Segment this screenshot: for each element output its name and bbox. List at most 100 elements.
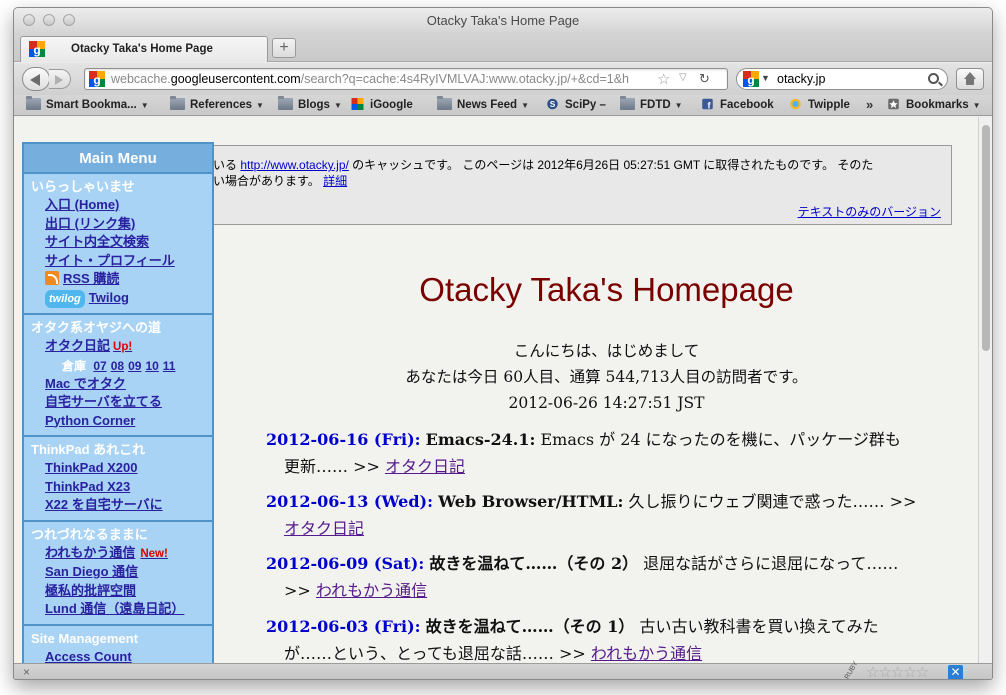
google-icon[interactable]: g xyxy=(743,71,759,87)
news-date: 2012-06-13 (Wed): xyxy=(266,492,433,511)
search-input[interactable]: otacky.jp xyxy=(777,72,825,86)
cached-url-link[interactable]: http://www.otacky.jp/ xyxy=(240,158,349,172)
tab-otacky-home[interactable]: g Otacky Taka's Home Page xyxy=(20,36,268,62)
menu-item-lund[interactable]: Lund 通信（遠島日記） xyxy=(24,600,212,619)
extension-icon[interactable]: ✕ xyxy=(948,665,963,679)
tab-bar: g Otacky Taka's Home Page + xyxy=(14,32,992,62)
menu-item-thinkpad-x23[interactable]: ThinkPad X23 xyxy=(24,478,212,497)
search-icon[interactable] xyxy=(928,73,939,84)
reload-icon[interactable]: ↻ xyxy=(699,71,710,87)
bookmark-label: iGoogle xyxy=(370,99,413,111)
menu-section-otaku: オタク系オヤジへの道 オタク日記 Up! 倉庫 07 08 09 10 11 Mac でオ… xyxy=(24,315,212,437)
bookmark-twipple[interactable]: Twipple xyxy=(788,98,850,111)
bookmark-star-icon[interactable]: ☆ xyxy=(657,70,670,88)
news-entry-line: >> われもかう通信 xyxy=(266,577,956,604)
news-text: が……という、とっても退屈な話…… >> xyxy=(284,644,591,663)
archive-year-link[interactable]: 09 xyxy=(128,359,141,373)
home-button[interactable] xyxy=(956,68,984,90)
archive-year-link[interactable]: 07 xyxy=(93,359,106,373)
menu-item-label: Twilog xyxy=(88,289,129,305)
scrollbar-thumb[interactable] xyxy=(982,125,990,351)
menu-item-thinkpad-x200[interactable]: ThinkPad X200 xyxy=(24,459,212,478)
back-button[interactable] xyxy=(22,67,50,91)
new-tab-button[interactable]: + xyxy=(272,38,296,58)
bookmark-references[interactable]: References ▼ xyxy=(170,96,264,111)
news-date: 2012-06-03 (Fri): xyxy=(266,617,421,636)
details-link[interactable]: 詳細 xyxy=(323,174,347,188)
bookmarks-menu-icon xyxy=(888,98,899,110)
menu-section-title: つれづれなるままに xyxy=(31,526,148,542)
back-forward-group xyxy=(22,67,74,91)
bookmark-facebook[interactable]: f Facebook xyxy=(700,98,774,111)
news-text: 古い古い教科書を買い換えてみた xyxy=(634,617,879,636)
cache-notice-banner: いる http://www.otacky.jp/ のキャッシュです。 このページ… xyxy=(194,145,952,225)
main-menu: Main Menu いらっしゃいませ 入口 (Home) 出口 (リンク集) サ… xyxy=(22,142,214,663)
news-entry: 2012-06-13 (Wed): Web Browser/HTML: 久し振り… xyxy=(266,488,956,542)
news-link[interactable]: われもかう通信 xyxy=(591,644,702,663)
archive-year-link[interactable]: 08 xyxy=(111,359,124,373)
chevron-down-icon: ▼ xyxy=(140,101,149,110)
search-bar[interactable]: g ▼ otacky.jp xyxy=(736,68,948,90)
search-engine-dropdown-icon[interactable]: ▼ xyxy=(761,73,770,83)
page-title: Otacky Taka's Homepage xyxy=(419,271,794,308)
menu-item-links[interactable]: 出口 (リンク集) xyxy=(24,215,212,234)
bookmark-label: Twipple xyxy=(808,99,850,111)
bookmark-fdtd[interactable]: FDTD ▼ xyxy=(620,96,683,111)
menu-item-x22-server[interactable]: X22 を自宅サーバに xyxy=(24,496,212,515)
news-link[interactable]: われもかう通信 xyxy=(316,581,427,600)
menu-item-otaku-diary[interactable]: オタク日記 Up! xyxy=(24,337,212,357)
ruby-icon[interactable]: RUBY xyxy=(844,660,860,679)
page-content: いる http://www.otacky.jp/ のキャッシュです。 このページ… xyxy=(14,117,978,663)
news-date: 2012-06-09 (Sat): xyxy=(266,554,425,573)
text-only-version-link[interactable]: テキストのみのバージョン xyxy=(798,203,941,220)
visitor-counter: あなたは今日 60人目、通算 544,713人目の訪問者です。 xyxy=(405,368,808,386)
menu-section-title: オタク系オヤジへの道 xyxy=(31,320,162,335)
news-entry-line: 2012-06-09 (Sat): 故きを温ねて……（その 2） 退屈な話がさら… xyxy=(266,550,956,577)
bookmark-igoogle[interactable]: iGoogle xyxy=(350,98,413,111)
menu-item-mac[interactable]: Mac でオタク xyxy=(24,375,212,394)
bookmark-label: Smart Bookma... xyxy=(46,99,137,111)
menu-section-site-management: Site Management Access Count xyxy=(24,626,212,664)
menu-item-profile[interactable]: サイト・プロフィール xyxy=(24,252,212,271)
status-bar: × RUBY ☆☆☆☆☆ ✕ xyxy=(14,660,992,679)
news-text: 退屈な話がさらに退屈になって…… xyxy=(638,554,899,573)
menu-item-search[interactable]: サイト内全文検索 xyxy=(24,233,212,252)
cache-notice-line-2: い場合があります。 詳細 xyxy=(213,172,347,189)
news-entry-line: オタク日記 xyxy=(266,515,956,542)
bookmark-scipy[interactable]: S SciPy – xyxy=(545,98,606,111)
history-dropdown-icon[interactable]: ▽ xyxy=(679,72,687,83)
menu-item-waremokou[interactable]: われもかう通信 New! xyxy=(24,544,212,564)
window-title: Otacky Taka's Home Page xyxy=(426,13,580,28)
bookmarks-menu-button[interactable]: Bookmarks ▼ xyxy=(886,98,981,111)
rss-icon xyxy=(45,271,59,285)
menu-item-twilog[interactable]: twilog Twilog xyxy=(24,289,212,308)
news-link[interactable]: オタク日記 xyxy=(284,519,364,538)
menu-item-python[interactable]: Python Corner xyxy=(24,412,212,431)
close-addon-bar-icon[interactable]: × xyxy=(23,665,30,679)
bookmark-smart-bookmarks[interactable]: Smart Bookma... ▼ xyxy=(26,96,149,111)
up-badge: Up! xyxy=(113,341,133,353)
archive-year-link[interactable]: 10 xyxy=(145,359,158,373)
menu-item-home[interactable]: 入口 (Home) xyxy=(24,196,212,215)
tab-label: Otacky Taka's Home Page xyxy=(71,43,213,55)
news-topic: Emacs-24.1: xyxy=(425,430,536,449)
url-host: googleusercontent.com xyxy=(170,72,301,86)
menu-item-home-server[interactable]: 自宅サーバを立てる xyxy=(24,393,212,412)
news-topic: 故きを温ねて……（その 2） xyxy=(429,554,639,573)
bookmark-label: Blogs xyxy=(298,99,330,111)
bookmarks-overflow-button[interactable]: » xyxy=(866,97,873,112)
rating-stars[interactable]: ☆☆☆☆☆ xyxy=(866,663,929,679)
bookmark-news-feed[interactable]: News Feed ▼ xyxy=(437,96,529,111)
vertical-scrollbar[interactable] xyxy=(978,117,992,663)
news-topic: 故きを温ねて……（その 1） xyxy=(425,617,635,636)
bookmark-blogs[interactable]: Blogs ▼ xyxy=(278,96,342,111)
menu-item-access-count[interactable]: Access Count xyxy=(24,648,212,664)
archive-year-link[interactable]: 11 xyxy=(163,359,176,373)
bookmark-label: FDTD xyxy=(640,99,671,111)
forward-button[interactable] xyxy=(49,69,71,89)
menu-item-criticism[interactable]: 極私的批評空間 xyxy=(24,582,212,601)
address-bar[interactable]: g webcache.googleusercontent.com/search?… xyxy=(84,68,728,90)
menu-item-rss[interactable]: RSS 購読 xyxy=(24,270,212,289)
menu-item-san-diego[interactable]: San Diego 通信 xyxy=(24,563,212,582)
news-link[interactable]: オタク日記 xyxy=(385,457,465,476)
